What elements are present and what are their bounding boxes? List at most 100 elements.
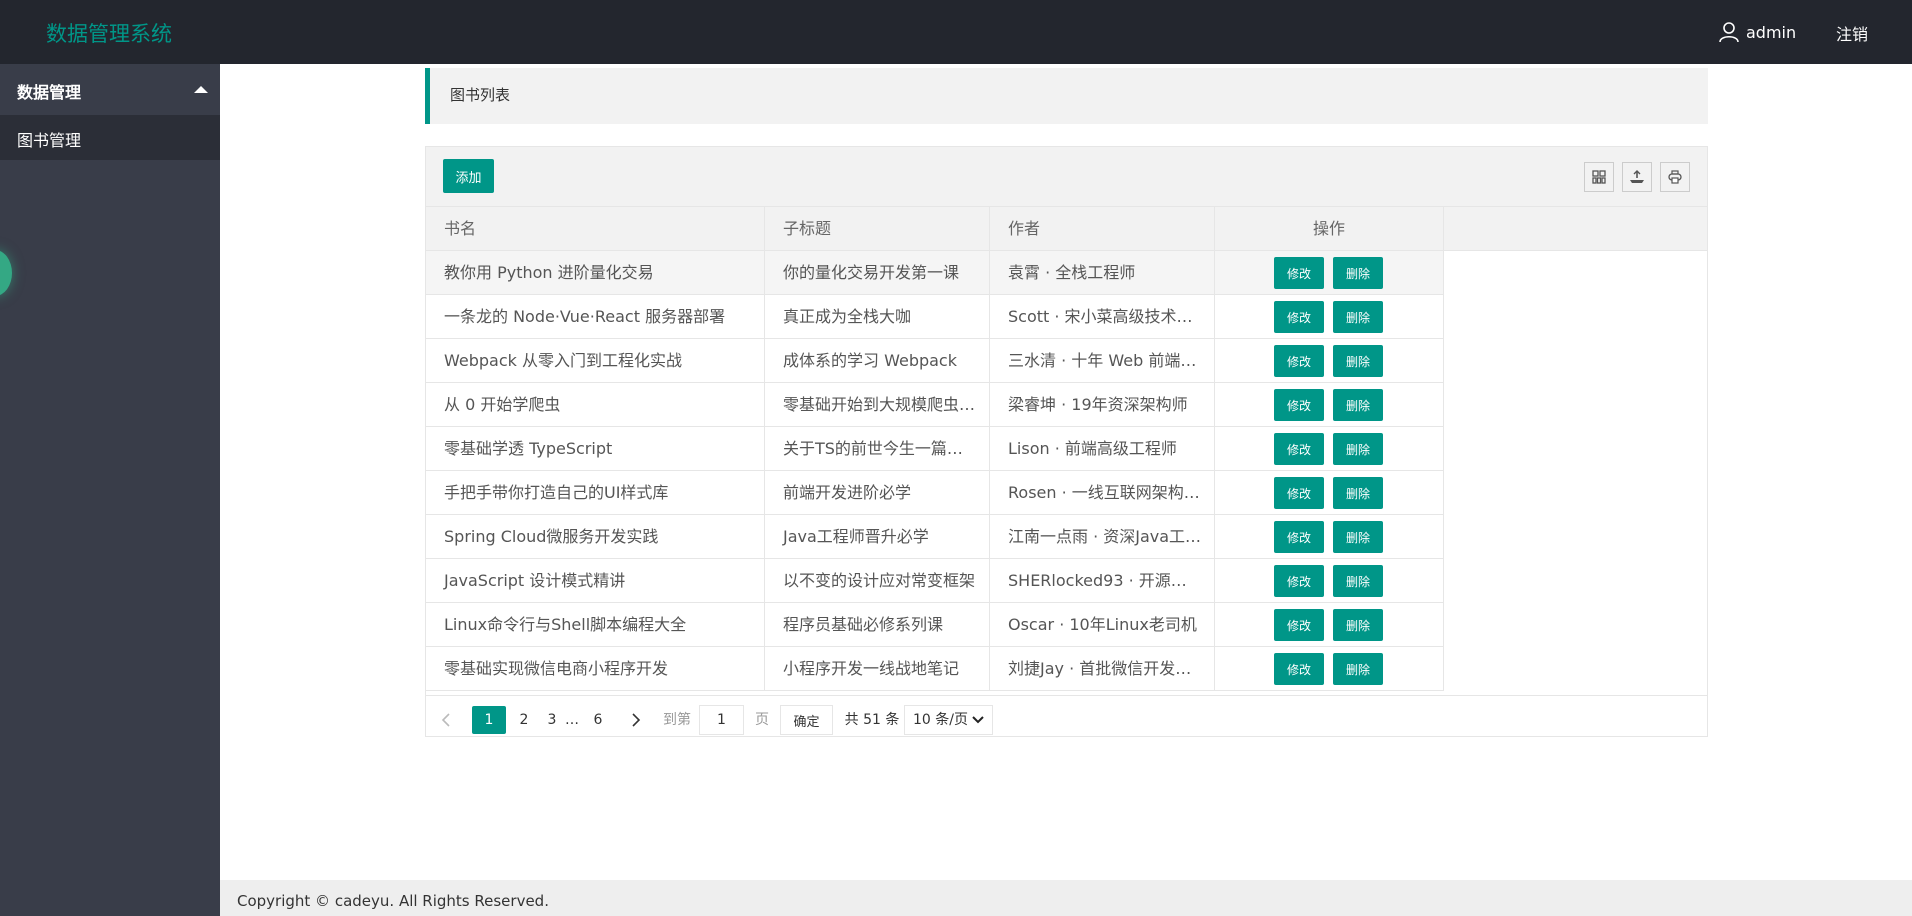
cell-author: SHERlocked93 · 开源社… (990, 559, 1215, 603)
edit-button[interactable]: 修改 (1274, 257, 1324, 289)
logout-link[interactable]: 注销 (1836, 21, 1868, 45)
cell-title: 零基础学透 TypeScript (426, 427, 765, 471)
edit-button[interactable]: 修改 (1274, 609, 1324, 641)
export-button[interactable] (1622, 162, 1652, 192)
delete-button[interactable]: 删除 (1333, 521, 1383, 553)
page-button-1[interactable]: 1 (472, 706, 506, 734)
sidebar-item-book-management[interactable]: 图书管理 (0, 115, 220, 160)
goto-page-input[interactable] (699, 705, 744, 735)
delete-button[interactable]: 删除 (1333, 433, 1383, 465)
page-unit-label: 页 (755, 712, 769, 728)
table-toolbar: 添加 (426, 147, 1707, 207)
page-title: 图书列表 (450, 86, 511, 104)
cell-subtitle: 零基础开始到大规模爬虫… (765, 383, 990, 427)
goto-confirm-button[interactable]: 确定 (780, 705, 833, 735)
delete-button[interactable]: 删除 (1333, 565, 1383, 597)
edit-button[interactable]: 修改 (1274, 477, 1324, 509)
cell-actions: 修改 删除 (1215, 383, 1444, 427)
delete-button[interactable]: 删除 (1333, 389, 1383, 421)
table-row: Spring Cloud微服务开发实践 Java工程师晋升必学 江南一点雨 · 资深… (426, 515, 1444, 559)
cell-subtitle: 程序员基础必修系列课 (765, 603, 990, 647)
cell-title: JavaScript 设计模式精讲 (426, 559, 765, 603)
goto-label: 到第 (663, 712, 691, 728)
edit-button[interactable]: 修改 (1274, 389, 1324, 421)
print-button[interactable] (1660, 162, 1690, 192)
footer: Copyright © cadeyu. All Rights Reserved. (220, 880, 1912, 916)
cell-actions: 修改 删除 (1215, 515, 1444, 559)
edit-button[interactable]: 修改 (1274, 301, 1324, 333)
page-ellipsis: … (565, 712, 579, 728)
column-header-title[interactable]: 书名 (426, 207, 765, 251)
add-button[interactable]: 添加 (443, 159, 494, 193)
columns-filter-button[interactable] (1584, 162, 1614, 192)
chevron-down-icon (972, 716, 984, 724)
book-table-panel: 添加 书名 子标题 作者 操作 教你用 Python 进阶量化交易 你的量化交易… (425, 146, 1708, 737)
table-row: 手把手带你打造自己的UI样式库 前端开发进阶必学 Rosen · 一线互联网架构… 修… (426, 471, 1444, 515)
sidebar-group-data-management[interactable]: 数据管理 (0, 64, 220, 115)
edit-button[interactable]: 修改 (1274, 565, 1324, 597)
floating-handle[interactable] (0, 250, 12, 296)
cell-title: Spring Cloud微服务开发实践 (426, 515, 765, 559)
table-row: Linux命令行与Shell脚本编程大全 程序员基础必修系列课 Oscar · 10… (426, 603, 1444, 647)
app-title: 数据管理系统 (46, 22, 172, 46)
pagination: 1 2 3 … 6 到第 页 确定 共 51 条 10 条/页 (426, 695, 1707, 737)
top-header: 数据管理系统 admin 注销 (0, 0, 1912, 64)
edit-button[interactable]: 修改 (1274, 433, 1324, 465)
chevron-left-icon (441, 713, 450, 727)
cell-author: Rosen · 一线互联网架构… (990, 471, 1215, 515)
cell-subtitle: 成体系的学习 Webpack (765, 339, 990, 383)
table-row: 教你用 Python 进阶量化交易 你的量化交易开发第一课 袁霄 · 全栈工程师 修改… (426, 251, 1444, 295)
cell-subtitle: 你的量化交易开发第一课 (765, 251, 990, 295)
cell-subtitle: 小程序开发一线战地笔记 (765, 647, 990, 691)
table-row: JavaScript 设计模式精讲 以不变的设计应对常变框架 SHERlocked9… (426, 559, 1444, 603)
cell-actions: 修改 删除 (1215, 471, 1444, 515)
column-header-author[interactable]: 作者 (990, 207, 1215, 251)
page-button-6[interactable]: 6 (584, 706, 612, 734)
sidebar-item-label: 图书管理 (17, 131, 82, 150)
cell-author: 江南一点雨 · 资深Java工… (990, 515, 1215, 559)
delete-button[interactable]: 删除 (1333, 345, 1383, 377)
cell-author: 刘捷Jay · 首批微信开发… (990, 647, 1215, 691)
cell-actions: 修改 删除 (1215, 603, 1444, 647)
cell-actions: 修改 删除 (1215, 559, 1444, 603)
page-size-value: 10 条/页 (913, 712, 968, 728)
user-menu[interactable]: admin (1718, 20, 1796, 44)
delete-button[interactable]: 删除 (1333, 301, 1383, 333)
page-button-3[interactable]: 3 (542, 706, 562, 734)
cell-title: 一条龙的 Node·Vue·React 服务器部署 (426, 295, 765, 339)
sidebar: 数据管理 图书管理 (0, 64, 220, 916)
cell-subtitle: Java工程师晋升必学 (765, 515, 990, 559)
next-page-button[interactable] (626, 706, 646, 734)
total-count: 共 51 条 (844, 712, 900, 728)
caret-up-icon (194, 86, 208, 93)
table-row: 从 0 开始学爬虫 零基础开始到大规模爬虫… 梁睿坤 · 19年资深架构师 修改 删除 (426, 383, 1444, 427)
delete-button[interactable]: 删除 (1333, 477, 1383, 509)
print-icon (1668, 170, 1682, 184)
user-icon (1719, 22, 1739, 43)
edit-button[interactable]: 修改 (1274, 653, 1324, 685)
table-row: 零基础学透 TypeScript 关于TS的前世今生一篇… Lison · 前端高级… (426, 427, 1444, 471)
cell-actions: 修改 删除 (1215, 427, 1444, 471)
cell-title: Webpack 从零入门到工程化实战 (426, 339, 765, 383)
cell-author: Lison · 前端高级工程师 (990, 427, 1215, 471)
delete-button[interactable]: 删除 (1333, 257, 1383, 289)
sidebar-group-label: 数据管理 (17, 83, 82, 102)
edit-button[interactable]: 修改 (1274, 345, 1324, 377)
cell-author: Oscar · 10年Linux老司机 (990, 603, 1215, 647)
page-button-2[interactable]: 2 (510, 706, 538, 734)
table-row: 一条龙的 Node·Vue·React 服务器部署 真正成为全栈大咖 Scott ·… (426, 295, 1444, 339)
column-header-subtitle[interactable]: 子标题 (765, 207, 990, 251)
column-header-actions: 操作 (1215, 207, 1444, 251)
grid-icon (1592, 170, 1606, 184)
cell-subtitle: 以不变的设计应对常变框架 (765, 559, 990, 603)
page-title-block: 图书列表 (425, 68, 1708, 124)
cell-subtitle: 关于TS的前世今生一篇… (765, 427, 990, 471)
cell-title: 从 0 开始学爬虫 (426, 383, 765, 427)
table-row: Webpack 从零入门到工程化实战 成体系的学习 Webpack 三水清 · 十年… (426, 339, 1444, 383)
delete-button[interactable]: 删除 (1333, 653, 1383, 685)
edit-button[interactable]: 修改 (1274, 521, 1324, 553)
prev-page-button[interactable] (436, 706, 456, 734)
cell-author: 三水清 · 十年 Web 前端… (990, 339, 1215, 383)
page-size-select[interactable]: 10 条/页 (904, 705, 993, 735)
delete-button[interactable]: 删除 (1333, 609, 1383, 641)
